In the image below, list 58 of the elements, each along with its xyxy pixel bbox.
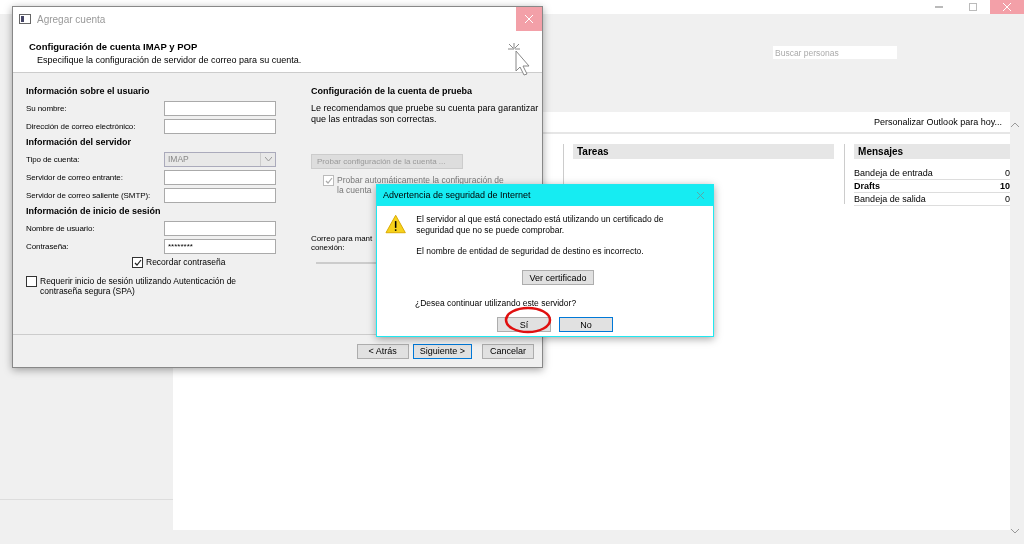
messages-header: Mensajes: [854, 144, 1010, 159]
dialog-button[interactable]: No: [559, 317, 613, 332]
folder-row[interactable]: Bandeja de salida 0: [854, 193, 1010, 206]
scroll-down-icon[interactable]: [1010, 528, 1020, 534]
field-label: Dirección de correo electrónico:: [26, 121, 137, 131]
close-icon: [1003, 3, 1011, 11]
dialog-heading: Configuración de cuenta IMAP y POP: [29, 41, 199, 52]
checkbox[interactable]: [26, 276, 37, 287]
question-text: ¿Desea continuar utilizando este servidor?: [415, 298, 578, 308]
view-certificate-button[interactable]: Ver certificado: [522, 270, 594, 285]
close-icon: [525, 15, 533, 23]
checkbox-label: Probar automáticamente la configuración de: [337, 175, 504, 185]
folder-row[interactable]: Bandeja de entrada 0: [854, 167, 1010, 180]
input-field[interactable]: [164, 118, 276, 134]
field-label: conexión:: [311, 243, 345, 252]
section-title: Información sobre el usuario: [26, 86, 150, 98]
scroll-up-icon[interactable]: [1010, 122, 1020, 128]
section-title: Información de inicio de sesión: [26, 206, 161, 218]
close-button[interactable]: [516, 7, 542, 31]
field-label: Contraseña:: [26, 241, 70, 251]
checkbox[interactable]: [132, 257, 143, 268]
maximize-icon[interactable]: [969, 3, 977, 11]
dialog-subheading: Especifique la configuración de servidor de correo para su cuenta.: [36, 55, 302, 65]
window-title: Advertencia de seguridad de Internet: [383, 190, 532, 200]
customize-link[interactable]: Personalizar Outlook para hoy...: [874, 117, 1002, 127]
window-icon: [19, 14, 31, 24]
caret-icon: [264, 157, 272, 161]
field-label: Servidor de correo saliente (SMTP):: [26, 190, 152, 200]
field-label: Correo para mant: [311, 234, 373, 243]
section-title: Configuración de la cuenta de prueba: [311, 86, 474, 98]
checkbox-label: Requerir inicio de sesión utilizando Autenticación de contraseña segura (SPA): [40, 276, 238, 296]
folder-row[interactable]: Drafts 10: [854, 180, 1010, 193]
input-field[interactable]: [164, 220, 276, 236]
input-field[interactable]: [164, 100, 276, 116]
warning-detail: El nombre de entidad de seguridad de destino es incorrecto.: [416, 246, 645, 257]
test-description: Le recomendamos que pruebe su cuenta para garantizar que las entradas son correctas.: [311, 103, 539, 125]
tasks-header: Tareas: [573, 144, 835, 159]
search-field[interactable]: Buscar personas: [773, 46, 897, 59]
field-label: Servidor de correo entrante:: [26, 172, 124, 182]
input-field[interactable]: [164, 169, 276, 185]
field-label: Nombre de usuario:: [26, 223, 96, 233]
section-title: Información del servidor: [26, 137, 132, 149]
warning-message: El servidor al que está conectado está utilizando un certificado de seguridad que no se puede comprobar.: [416, 214, 665, 236]
checkbox-label: la cuenta: [337, 185, 372, 195]
input-field[interactable]: [164, 187, 276, 203]
checkbox-label: Recordar contraseña: [146, 257, 226, 267]
dialog-button[interactable]: Cancelar: [482, 343, 534, 359]
field-label: Tipo de cuenta:: [26, 154, 81, 164]
checkbox[interactable]: [323, 175, 334, 186]
annotation-ellipse: [504, 306, 552, 334]
warning-icon: [385, 214, 407, 234]
window-title: Agregar cuenta: [37, 13, 107, 25]
field-label: Su nombre:: [26, 103, 68, 113]
input-field[interactable]: ********: [164, 238, 276, 254]
close-button[interactable]: [990, 0, 1024, 14]
dialog-button[interactable]: Siguiente >: [412, 343, 472, 359]
dialog-button[interactable]: < Atrás: [356, 343, 409, 359]
close-icon[interactable]: [696, 191, 704, 199]
